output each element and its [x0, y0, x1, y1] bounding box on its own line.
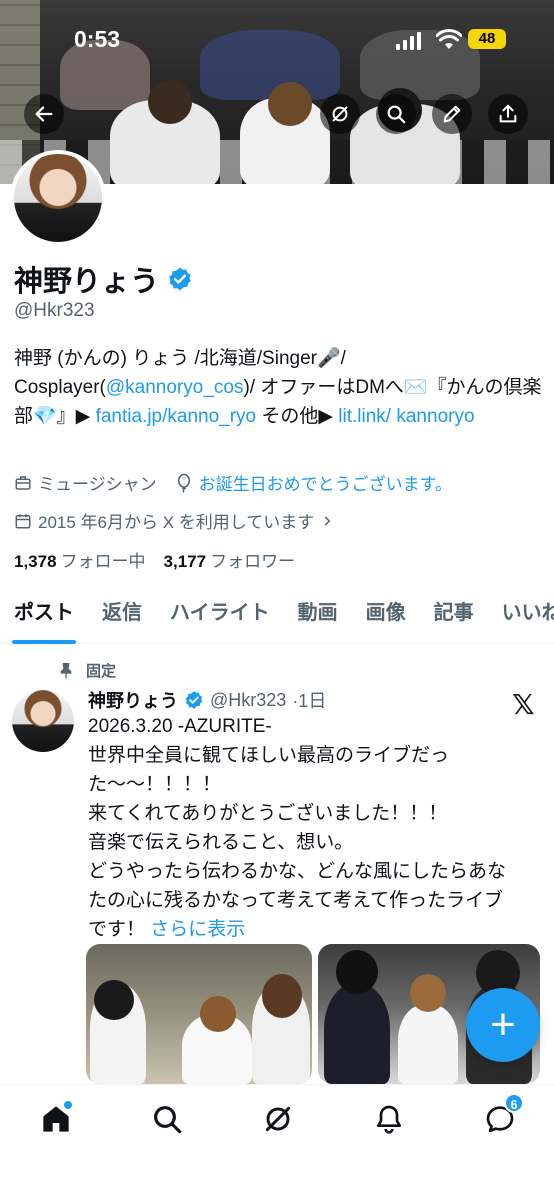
profile-name: 神野りょう	[14, 266, 160, 298]
verified-badge-icon	[185, 691, 203, 709]
tab-posts[interactable]: ポスト	[0, 586, 88, 644]
bio-link-litlink[interactable]: lit.link/ kannoryo	[338, 406, 474, 427]
follow-stats: 1,378 フォロー中 3,177 フォロワー	[14, 547, 295, 572]
banner-figure-head	[268, 82, 312, 126]
tab-replies[interactable]: 返信	[88, 586, 156, 644]
tab-likes[interactable]: いいね	[488, 586, 554, 644]
balloon-icon	[177, 473, 190, 493]
search-button[interactable]	[376, 94, 416, 134]
chevron-right-icon	[324, 515, 331, 526]
search-icon	[387, 105, 406, 124]
pinned-label: 固定	[86, 663, 117, 680]
post-media-image[interactable]	[86, 944, 312, 1084]
profile-avatar[interactable]	[10, 150, 106, 246]
post-author-handle: @Hkr323	[210, 689, 287, 710]
profile-handle: @Hkr323	[14, 300, 95, 321]
media-figure	[336, 950, 378, 994]
edit-button[interactable]	[432, 94, 472, 134]
media-figure	[200, 996, 236, 1032]
status-time: 0:53	[74, 26, 121, 52]
media-figure	[94, 980, 134, 1020]
media-figure	[410, 974, 446, 1012]
post-time: ·1日	[292, 691, 327, 711]
grok-button[interactable]	[320, 94, 360, 134]
verified-badge-icon[interactable]	[167, 266, 193, 292]
joined-date[interactable]: 2015 年6月から X を利用しています	[14, 508, 334, 533]
category-item: ミュージシャン	[14, 470, 157, 495]
nav-search[interactable]	[147, 1099, 187, 1139]
profile-bio: 神野 (かんの) りょう /北海道/Singer🎤/ Cosplayer(@ka…	[14, 344, 542, 431]
birthday-label: お誕生日おめでとうございます。	[198, 475, 452, 494]
bio-link-fantia[interactable]: fantia.jp/kanno_ryo	[96, 406, 257, 427]
media-figure	[398, 1004, 458, 1084]
briefcase-icon	[15, 475, 31, 490]
pinned-indicator: 固定	[58, 660, 116, 681]
nav-notifications[interactable]	[369, 1099, 409, 1139]
birthday-item[interactable]: お誕生日おめでとうございます。	[175, 470, 452, 495]
share-icon	[499, 104, 517, 123]
tab-highlights[interactable]: ハイライト	[156, 586, 284, 644]
tab-images[interactable]: 画像	[352, 586, 420, 644]
battery-indicator: 48	[468, 29, 506, 49]
followers-label: フォロワー	[210, 552, 296, 571]
new-posts-dot	[64, 1101, 72, 1109]
compose-post-button[interactable]: +	[466, 988, 540, 1062]
post-text: 2026.3.20 -AZURITE- 世界中全員に観てほしい最高のライブだっ …	[88, 712, 538, 944]
joined-label: 2015 年6月から X を利用しています	[38, 513, 315, 532]
profile-tabs: ポスト 返信 ハイライト 動画 画像 記事 いいね	[0, 586, 554, 644]
cellular-signal-icon	[396, 32, 421, 50]
nav-messages[interactable]: 6	[480, 1093, 524, 1139]
pin-icon	[60, 662, 72, 678]
following-link[interactable]: 1,378 フォロー中	[14, 547, 146, 572]
search-icon	[154, 1106, 182, 1134]
category-label: ミュージシャン	[38, 475, 157, 494]
following-label: フォロー中	[60, 552, 146, 571]
back-button[interactable]	[24, 94, 64, 134]
grok-icon	[332, 106, 348, 122]
share-button[interactable]	[488, 94, 528, 134]
arrow-left-icon	[35, 106, 53, 122]
bio-text: その他▶︎	[256, 406, 339, 427]
wifi-icon	[436, 29, 462, 49]
media-figure	[324, 984, 390, 1084]
pencil-icon	[443, 105, 461, 123]
grok-icon	[265, 1106, 291, 1132]
status-bar: 0:53 48	[0, 26, 554, 56]
show-more-link[interactable]: さらに表示	[150, 919, 245, 940]
followers-link[interactable]: 3,177 フォロワー	[164, 547, 296, 572]
plus-icon: +	[490, 1000, 516, 1049]
followers-count: 3,177	[163, 552, 207, 571]
banner-figure-head	[148, 80, 192, 124]
tab-articles[interactable]: 記事	[420, 586, 488, 644]
following-count: 1,378	[14, 552, 57, 571]
messages-badge: 6	[504, 1093, 524, 1113]
bio-link-cosplay[interactable]: @kannoryo_cos	[106, 377, 244, 398]
post-header: 神野りょう @Hkr323·1日	[88, 687, 326, 713]
post-body: 2026.3.20 -AZURITE- 世界中全員に観てほしい最高のライブだっ …	[88, 716, 507, 940]
media-figure	[262, 974, 302, 1018]
nav-grok[interactable]	[258, 1099, 298, 1139]
nav-home[interactable]	[36, 1099, 76, 1139]
profile-meta: ミュージシャン お誕生日おめでとうございます。	[14, 470, 452, 495]
post-author-avatar[interactable]	[12, 690, 74, 752]
bottom-navigation: 6	[0, 1084, 554, 1200]
bell-icon	[377, 1105, 401, 1134]
calendar-icon	[15, 513, 31, 528]
tab-videos[interactable]: 動画	[284, 586, 352, 644]
post-author-name[interactable]: 神野りょう	[88, 687, 178, 713]
profile-name-row: 神野りょう	[14, 258, 193, 300]
